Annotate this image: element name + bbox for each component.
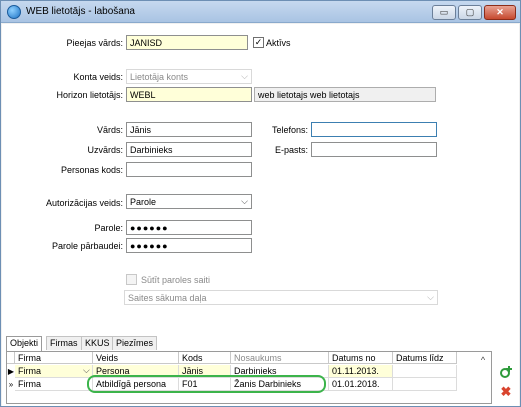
column-header-firma[interactable]: Firma [15, 352, 93, 364]
current-row-indicator-icon: ▶ [7, 367, 15, 376]
password-confirm-input[interactable]: ●●●●●● [126, 238, 252, 253]
dialog-window: WEB lietotājs - labošana ▭ ▢ ✕ Pieejas v… [0, 0, 521, 407]
column-header-datums-no[interactable]: Datums no [329, 352, 393, 364]
cell-firma[interactable]: Firma [15, 365, 93, 378]
title-bar[interactable]: WEB lietotājs - labošana ▭ ▢ ✕ [1, 1, 520, 23]
column-header-veids[interactable]: Veids [93, 352, 179, 364]
horizon-user-description: web lietotajs web lietotajs [254, 87, 436, 102]
active-label: Aktīvs [266, 38, 291, 48]
form-area: Pieejas vārds: JANISD ✓ Aktīvs Konta vei… [2, 24, 519, 406]
horizon-user-input[interactable]: WEBL [126, 87, 252, 102]
account-type-label: Konta veids: [73, 72, 123, 82]
active-checkbox[interactable]: ✓ [253, 37, 264, 48]
maximize-button[interactable]: ▢ [458, 5, 482, 20]
send-link-checkbox[interactable] [126, 274, 137, 285]
highlight-annotation [87, 375, 326, 393]
auth-type-select[interactable]: Parole ⌵ [126, 194, 252, 209]
chevron-down-icon: ⌵ [241, 196, 248, 206]
login-input[interactable]: JANISD [126, 35, 248, 50]
tab-piezimes[interactable]: Piezīmes [112, 336, 158, 350]
auth-type-label: Autorizācijas veids: [45, 198, 123, 208]
send-link-label: Sūtīt paroles saiti [141, 275, 211, 285]
chevron-down-icon[interactable]: ⌵ [83, 365, 90, 376]
close-button[interactable]: ✕ [484, 5, 516, 20]
personal-code-label: Personas kods: [60, 165, 123, 175]
cell-firma[interactable]: Firma [15, 378, 93, 391]
last-name-input[interactable]: Darbinieks [126, 142, 252, 157]
chevron-down-icon: ⌵ [241, 71, 248, 81]
first-name-input[interactable]: Jānis [126, 122, 252, 137]
delete-icon[interactable]: ✖ [498, 384, 514, 400]
new-row-indicator-icon: » [8, 380, 14, 389]
horizon-user-label: Horizon lietotājs: [56, 90, 123, 100]
email-input[interactable] [311, 142, 437, 157]
grid-corner [7, 352, 15, 364]
personal-code-input[interactable] [126, 162, 252, 177]
password-label: Parole: [94, 223, 123, 233]
email-label: E-pasts: [274, 145, 308, 155]
account-type-value: Lietotāja konts [130, 72, 189, 82]
account-type-select[interactable]: Lietotāja konts ⌵ [126, 69, 252, 84]
column-header-datums-lidz[interactable]: Datums līdz [393, 352, 457, 364]
phone-input[interactable] [311, 122, 437, 137]
column-header-nosaukums[interactable]: Nosaukums [231, 352, 329, 364]
phone-label: Telefons: [271, 125, 308, 135]
auth-type-value: Parole [130, 197, 157, 207]
login-label: Pieejas vārds: [66, 38, 123, 48]
cell-datums-no[interactable]: 01.11.2013. [329, 365, 393, 378]
add-icon[interactable] [498, 365, 514, 381]
cell-datums-lidz[interactable] [393, 365, 457, 378]
cell-datums-no[interactable]: 01.01.2018. [329, 378, 393, 391]
window-title: WEB lietotājs - labošana [26, 6, 135, 17]
first-name-label: Vārds: [96, 125, 123, 135]
cell-datums-lidz[interactable] [393, 378, 457, 391]
start-page-placeholder: Saites sākuma daļa [128, 293, 207, 303]
app-globe-icon [7, 5, 21, 19]
column-header-kods[interactable]: Kods [179, 352, 231, 364]
start-page-select[interactable]: Saites sākuma daļa ⌵ [124, 290, 438, 305]
last-name-label: Uzvārds: [87, 145, 123, 155]
tab-firmas[interactable]: Firmas [46, 336, 82, 350]
minimize-button[interactable]: ▭ [432, 5, 456, 20]
password-confirm-label: Parole pārbaudei: [51, 241, 123, 251]
scroll-up-button[interactable]: ^ [475, 353, 491, 368]
chevron-down-icon: ⌵ [427, 292, 434, 302]
password-input[interactable]: ●●●●●● [126, 220, 252, 235]
tab-kkus[interactable]: KKUS [81, 336, 114, 350]
tab-objekti[interactable]: Objekti [6, 336, 43, 351]
